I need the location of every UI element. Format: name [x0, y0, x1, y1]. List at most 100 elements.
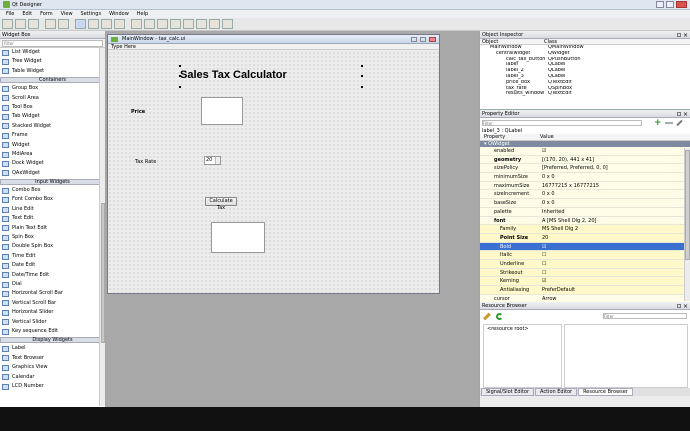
- property-value[interactable]: ☑: [540, 243, 690, 251]
- property-value[interactable]: MS Shell Dlg 2: [540, 225, 690, 233]
- widget-box-item[interactable]: Label: [0, 344, 105, 353]
- widget-box-item[interactable]: Stacked Widget: [0, 122, 105, 131]
- widget-box-item[interactable]: Date/Time Edit: [0, 271, 105, 280]
- sales-tax-heading[interactable]: Sales Tax Calculator: [180, 69, 360, 83]
- close-icon[interactable]: ×: [683, 111, 688, 119]
- widget-box-item[interactable]: Group Box: [0, 84, 105, 93]
- edit-buddies-icon[interactable]: [101, 19, 112, 29]
- remove-property-icon[interactable]: [664, 122, 673, 124]
- property-row[interactable]: enabled ☑: [480, 147, 690, 156]
- property-value[interactable]: 0 x 0: [540, 173, 690, 181]
- widget-box-item[interactable]: Line Edit: [0, 205, 105, 214]
- calculate-tax-button[interactable]: Calculate Tax: [205, 197, 237, 211]
- open-form-icon[interactable]: [15, 19, 26, 29]
- property-row[interactable]: font A [MS Shell Dlg 2, 20]: [480, 216, 690, 226]
- edit-resources-icon[interactable]: [483, 312, 491, 320]
- results-window[interactable]: [211, 222, 265, 253]
- property-value[interactable]: PreferDefault: [540, 286, 690, 294]
- float-icon[interactable]: [677, 112, 681, 116]
- widget-box-item[interactable]: Tool Box: [0, 103, 105, 112]
- widget-box-item[interactable]: Time Edit: [0, 252, 105, 261]
- property-value[interactable]: Inherited: [540, 208, 690, 216]
- layout-grid-icon[interactable]: [196, 19, 207, 29]
- adjust-size-icon[interactable]: [222, 19, 233, 29]
- widget-box-item[interactable]: Table Widget: [0, 67, 105, 76]
- resource-filter-input[interactable]: [602, 313, 687, 319]
- layout-splitter-v-icon[interactable]: [170, 19, 181, 29]
- selection-handle[interactable]: [361, 75, 363, 77]
- property-value[interactable]: 0 x 0: [540, 190, 690, 198]
- widget-box-item[interactable]: Horizontal Scroll Bar: [0, 289, 105, 298]
- property-value[interactable]: [Preferred, Preferred, 0, 0]: [540, 164, 690, 172]
- send-to-back-icon[interactable]: [45, 19, 56, 29]
- property-row[interactable]: Italic ☐: [480, 251, 690, 260]
- property-value[interactable]: 16777215 x 16777215: [540, 182, 690, 190]
- scrollbar-thumb[interactable]: [101, 203, 105, 343]
- widget-box-item[interactable]: Spin Box: [0, 233, 105, 242]
- menu-form[interactable]: Form: [40, 10, 53, 18]
- widget-box-item[interactable]: LCD Number: [0, 382, 105, 391]
- edit-tab-order-icon[interactable]: [114, 19, 125, 29]
- close-icon[interactable]: ×: [683, 32, 688, 40]
- widget-box-item[interactable]: Combo Box: [0, 186, 105, 195]
- float-icon[interactable]: [677, 304, 681, 308]
- widget-box-item[interactable]: Scroll Area: [0, 94, 105, 103]
- column-value[interactable]: Value: [540, 134, 554, 140]
- new-form-icon[interactable]: [2, 19, 13, 29]
- layout-vertical-icon[interactable]: [144, 19, 155, 29]
- scrollbar-thumb[interactable]: [685, 150, 690, 260]
- property-row[interactable]: palette Inherited: [480, 207, 690, 217]
- object-row[interactable]: results_window QTextEdit: [484, 91, 690, 97]
- close-icon[interactable]: ×: [683, 303, 688, 311]
- tax-rate-spinbox[interactable]: 20: [204, 156, 221, 165]
- price-box[interactable]: [201, 97, 243, 125]
- property-value[interactable]: ☐: [540, 251, 690, 259]
- resource-root[interactable]: <resource root>: [487, 326, 529, 332]
- widget-box-item[interactable]: Calendar: [0, 373, 105, 382]
- tab-resource-browser[interactable]: Resource Browser: [578, 388, 633, 396]
- property-value[interactable]: ☐: [540, 269, 690, 277]
- layout-horizontal-icon[interactable]: [131, 19, 142, 29]
- widget-box-item[interactable]: Text Browser: [0, 354, 105, 363]
- property-row[interactable]: minimumSize 0 x 0: [480, 173, 690, 182]
- widget-box-scrollbar[interactable]: [99, 48, 105, 406]
- central-widget[interactable]: Sales Tax Calculator Price Tax Rate 20 C…: [108, 51, 439, 293]
- menu-edit[interactable]: Edit: [22, 10, 32, 18]
- selection-handle[interactable]: [361, 65, 363, 67]
- minimize-button[interactable]: [656, 1, 664, 8]
- form-minimize-button[interactable]: [411, 37, 417, 42]
- property-scrollbar[interactable]: [684, 148, 690, 301]
- property-filter-input[interactable]: [482, 120, 642, 126]
- configure-icon[interactable]: [675, 119, 683, 127]
- property-row[interactable]: geometry [(170, 20), 441 x 41]: [480, 155, 690, 165]
- add-property-icon[interactable]: +: [654, 119, 662, 128]
- column-property[interactable]: Property: [480, 134, 540, 140]
- property-value[interactable]: [(170, 20), 441 x 41]: [540, 156, 690, 164]
- property-row[interactable]: Bold ☑: [480, 242, 690, 252]
- widget-category[interactable]: Input Widgets: [0, 179, 105, 186]
- menu-settings[interactable]: Settings: [81, 10, 102, 18]
- form-window-titlebar[interactable]: MainWindow - tax_calc.ui: [108, 35, 439, 44]
- widget-category[interactable]: Containers: [0, 77, 105, 84]
- property-row[interactable]: sizeIncrement 0 x 0: [480, 190, 690, 200]
- widget-box-item[interactable]: Tree Widget: [0, 57, 105, 66]
- column-object[interactable]: Object: [480, 39, 544, 45]
- selection-handle[interactable]: [179, 86, 181, 88]
- price-label[interactable]: Price: [131, 109, 145, 115]
- column-class[interactable]: Class: [544, 39, 557, 45]
- property-row[interactable]: Antialiasing PreferDefault: [480, 286, 690, 295]
- edit-widgets-icon[interactable]: [75, 19, 86, 29]
- property-row[interactable]: baseSize 0 x 0: [480, 199, 690, 208]
- property-row[interactable]: Strikeout ☐: [480, 268, 690, 278]
- edit-signals-slots-icon[interactable]: [88, 19, 99, 29]
- widget-box-item[interactable]: Key sequence Edit: [0, 327, 105, 336]
- save-form-icon[interactable]: [28, 19, 39, 29]
- reload-icon[interactable]: [495, 312, 503, 320]
- selection-handle[interactable]: [361, 86, 363, 88]
- property-row[interactable]: Underline ☐: [480, 259, 690, 269]
- widget-box-item[interactable]: Graphics View: [0, 363, 105, 372]
- widget-box-item[interactable]: Dock Widget: [0, 159, 105, 168]
- widget-box-item[interactable]: List Widget: [0, 48, 105, 57]
- widget-box-item[interactable]: Dial: [0, 280, 105, 289]
- widget-box-item[interactable]: Plain Text Edit: [0, 224, 105, 233]
